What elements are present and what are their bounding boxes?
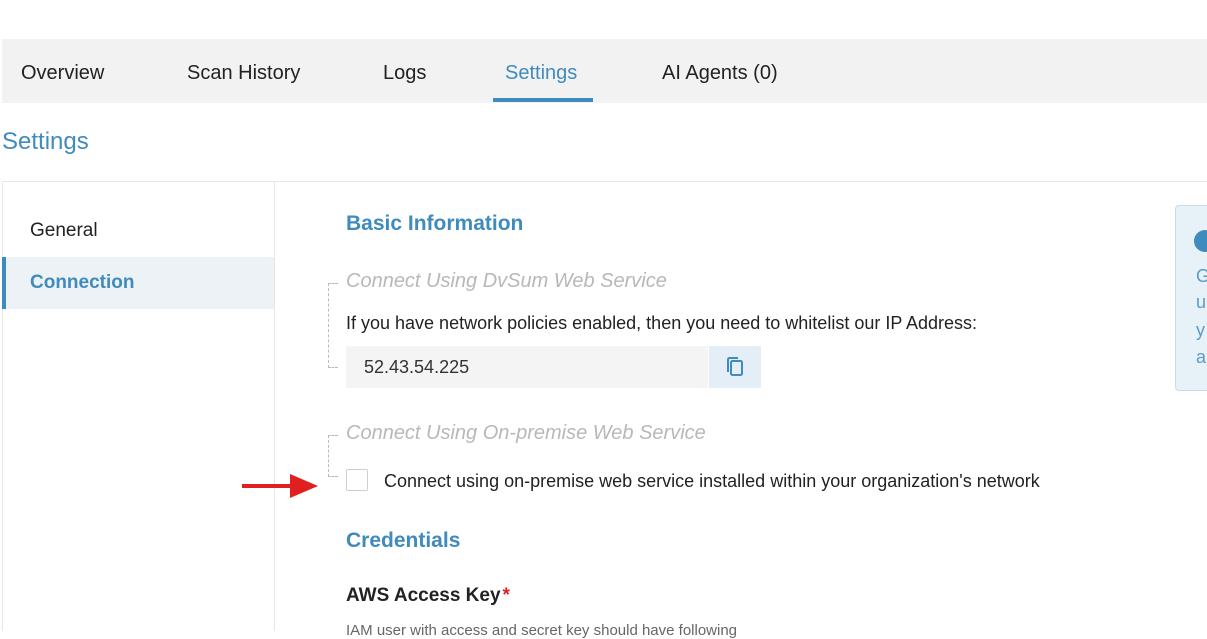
info-panel: G u y ar [1175, 205, 1207, 391]
onprem-group-bracket [328, 435, 338, 477]
info-line: G [1196, 266, 1207, 287]
aws-access-key-text: AWS Access Key [346, 585, 501, 606]
tab-ai-agents[interactable]: AI Agents (0) [662, 39, 778, 103]
info-line: u [1196, 292, 1207, 312]
tab-bar: Overview Scan History Logs Settings AI A… [2, 39, 1207, 103]
sidebar-item-connection[interactable]: Connection [2, 257, 274, 309]
required-marker: * [502, 585, 510, 606]
info-icon [1194, 230, 1207, 252]
dvsum-group-bracket [328, 283, 338, 368]
aws-access-key-label: AWS Access Key * [346, 585, 510, 607]
onprem-group-label: Connect Using On-premise Web Service [346, 422, 706, 444]
red-arrow-icon [242, 474, 318, 498]
sidebar-item-general[interactable]: General [2, 205, 274, 257]
tab-scan-history[interactable]: Scan History [187, 39, 300, 103]
whitelist-description: If you have network policies enabled, th… [346, 313, 978, 333]
ip-address-field: 52.43.54.225 [346, 346, 708, 388]
copy-icon [727, 357, 743, 376]
info-line: ar [1196, 347, 1207, 367]
dvsum-group-label: Connect Using DvSum Web Service [346, 270, 667, 292]
credentials-heading: Credentials [346, 529, 461, 552]
active-tab-indicator [493, 98, 593, 102]
sidebar-divider [274, 181, 275, 631]
basic-information-heading: Basic Information [346, 212, 524, 235]
tab-settings[interactable]: Settings [505, 39, 577, 103]
onprem-checkbox-label[interactable]: Connect using on-premise web service ins… [384, 471, 1040, 492]
page-title: Settings [2, 128, 89, 155]
tab-overview[interactable]: Overview [21, 39, 104, 103]
info-line: y [1196, 320, 1205, 340]
onprem-checkbox[interactable] [346, 469, 368, 491]
tab-logs[interactable]: Logs [383, 39, 426, 103]
copy-ip-button[interactable] [709, 346, 761, 388]
content-top-divider [2, 181, 1207, 182]
